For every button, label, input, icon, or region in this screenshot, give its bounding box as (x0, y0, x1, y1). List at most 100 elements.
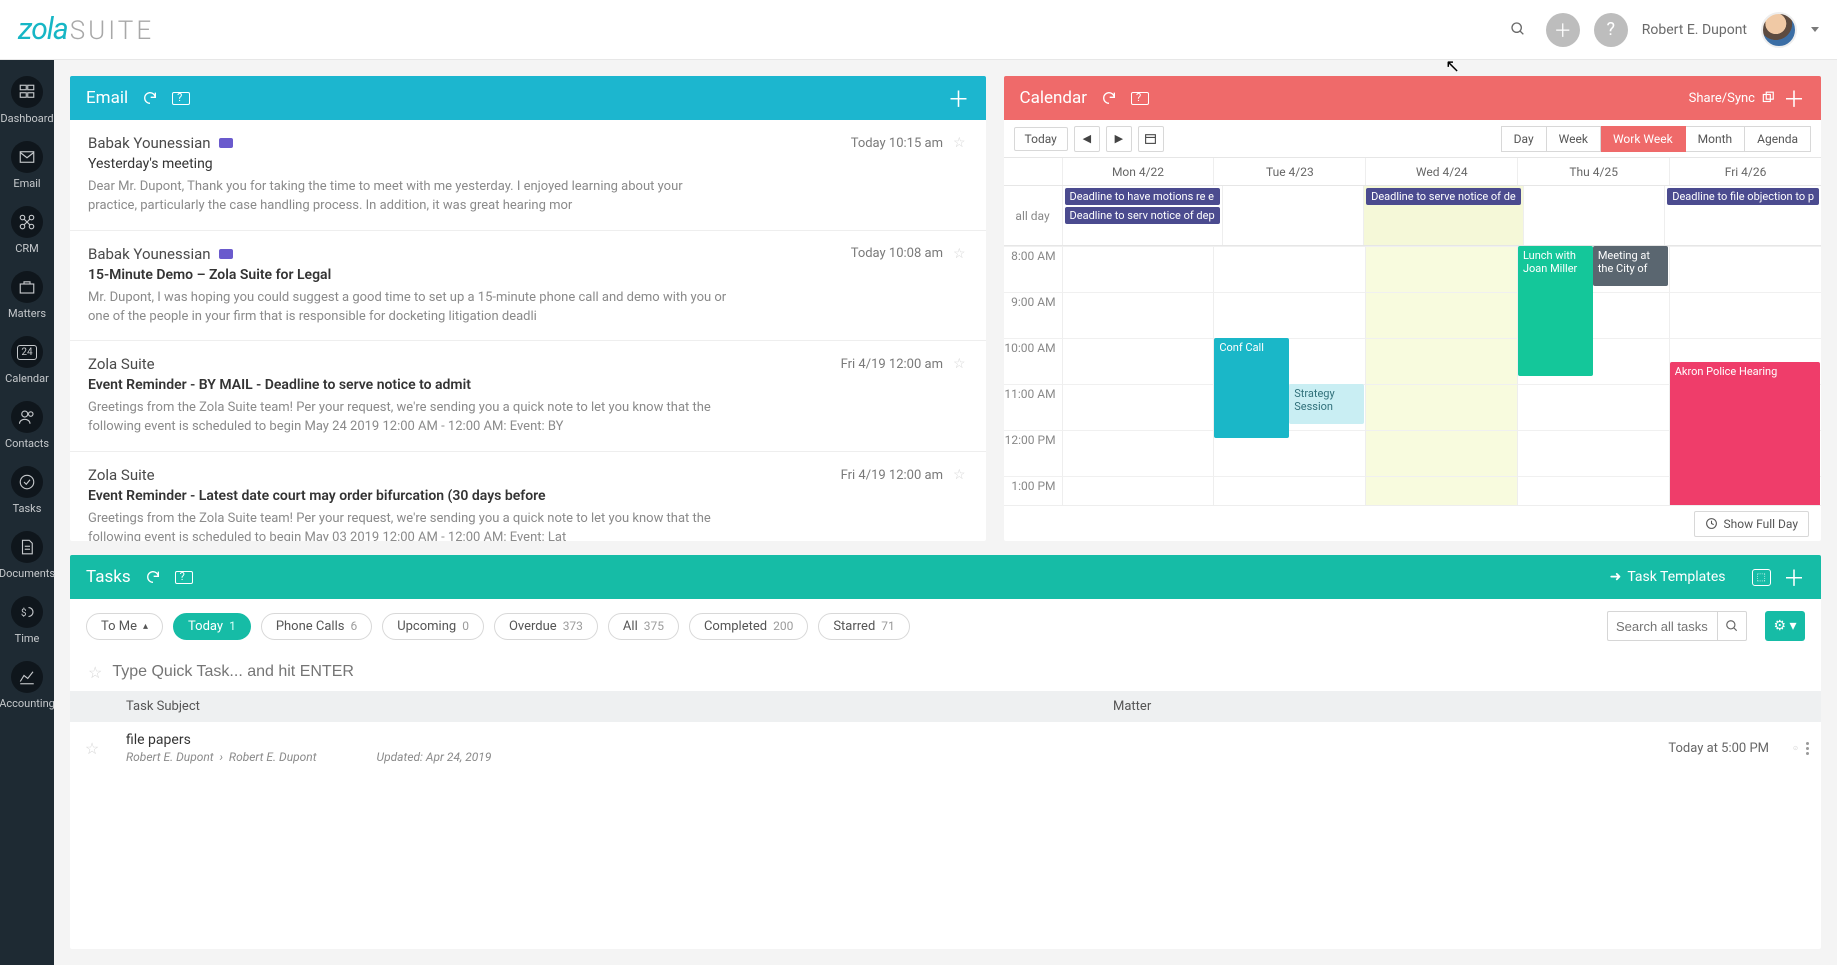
allday-cell-2[interactable]: Deadline to serve notice of de (1363, 186, 1523, 245)
email-item[interactable]: Zola Suite Fri 4/19 12:00 am ☆ Event Rem… (70, 341, 986, 452)
allday-cell-0[interactable]: Deadline to have motions re e Deadline to… (1062, 186, 1222, 245)
calendar-cell[interactable] (1062, 476, 1214, 505)
email-item[interactable]: Babak Younessian Today 10:08 am ☆ 15-Min… (70, 231, 986, 342)
email-star-icon[interactable]: ☆ (953, 135, 966, 151)
nav-tasks[interactable]: Tasks (0, 460, 54, 523)
task-star-icon[interactable]: ☆ (70, 739, 114, 758)
tasks-add-button[interactable]: ＋ (1783, 561, 1805, 593)
calendar-cell[interactable] (1062, 338, 1214, 384)
calendar-view-agenda[interactable]: Agenda (1745, 126, 1811, 152)
email-list[interactable]: Babak Younessian Today 10:15 am ☆ Yester… (70, 120, 986, 541)
nav-crm[interactable]: CRM (0, 200, 54, 263)
calendar-cell[interactable] (1062, 430, 1214, 476)
task-row-actions[interactable] (1781, 740, 1821, 756)
calendar-cell[interactable] (1365, 476, 1517, 505)
show-full-day-button[interactable]: Show Full Day (1694, 511, 1810, 537)
nav-time[interactable]: $ Time (0, 590, 54, 653)
filter-tome[interactable]: To Me ▴ (86, 613, 163, 640)
calendar-view-workweek[interactable]: Work Week (1601, 126, 1686, 152)
brand-logo[interactable]: zola SUITE (18, 12, 154, 47)
calendar-allday-event[interactable]: Deadline to serv notice of dep (1065, 207, 1220, 224)
filter-starred[interactable]: Starred 71 (818, 613, 909, 640)
calendar-today-button[interactable]: Today (1014, 127, 1068, 151)
nav-email[interactable]: Email (0, 135, 54, 198)
tasks-settings-button[interactable]: ⚙ ▾ (1765, 611, 1805, 641)
allday-cell-1[interactable] (1222, 186, 1363, 245)
filter-overdue[interactable]: Overdue 373 (494, 613, 598, 640)
task-row[interactable]: ☆ file papers Robert E. Dupont › Robert … (70, 722, 1821, 774)
calendar-cell[interactable] (1365, 292, 1517, 338)
calendar-popout-icon[interactable] (1131, 92, 1149, 105)
calendar-event[interactable]: Conf Call (1214, 338, 1289, 438)
filter-all[interactable]: All 375 (608, 613, 679, 640)
quick-task-star-icon[interactable]: ☆ (88, 663, 102, 682)
filter-upcoming[interactable]: Upcoming 0 (382, 613, 484, 640)
calendar-view-month[interactable]: Month (1686, 126, 1745, 152)
col-matter[interactable]: Matter (1101, 699, 1621, 714)
calendar-allday-event[interactable]: Deadline to serve notice of de (1366, 188, 1521, 205)
filter-completed[interactable]: Completed 200 (689, 613, 808, 640)
calendar-event[interactable]: Strategy Session (1289, 384, 1364, 424)
tasks-export-icon[interactable]: ⬚ (1752, 569, 1771, 586)
calendar-cell[interactable] (1213, 246, 1365, 292)
add-button[interactable]: ＋ (1546, 13, 1580, 47)
email-star-icon[interactable]: ☆ (953, 356, 966, 372)
calendar-refresh-icon[interactable] (1101, 90, 1117, 106)
calendar-cell[interactable] (1213, 476, 1365, 505)
nav-calendar[interactable]: 24 Calendar (0, 330, 54, 393)
nav-documents[interactable]: Documents (0, 525, 54, 588)
nav-contacts[interactable]: Contacts (0, 395, 54, 458)
tasks-popout-icon[interactable] (175, 571, 193, 584)
nav-accounting[interactable]: Accounting (0, 655, 54, 718)
calendar-share-button[interactable]: Share/Sync (1689, 91, 1775, 106)
col-subject[interactable]: Task Subject (114, 699, 1101, 714)
email-star-icon[interactable]: ☆ (953, 467, 966, 483)
email-refresh-icon[interactable] (142, 90, 158, 106)
calendar-prev-button[interactable]: ◀ (1074, 126, 1100, 152)
email-item[interactable]: Babak Younessian Today 10:15 am ☆ Yester… (70, 120, 986, 231)
allday-cell-3[interactable] (1523, 186, 1664, 245)
email-add-button[interactable]: ＋ (948, 82, 970, 114)
calendar-cell[interactable] (1669, 246, 1821, 292)
calendar-event[interactable]: Meeting at the City of (1593, 246, 1668, 286)
allday-cell-4[interactable]: Deadline to file objection to p (1664, 186, 1821, 245)
global-search-icon[interactable] (1504, 18, 1532, 42)
calendar-date-picker-icon[interactable] (1138, 126, 1164, 152)
calendar-view-week[interactable]: Week (1547, 126, 1601, 152)
user-avatar[interactable] (1761, 12, 1797, 48)
calendar-event[interactable]: Lunch with Joan Miller (1518, 246, 1593, 376)
nav-matters[interactable]: Matters (0, 265, 54, 328)
calendar-cell[interactable] (1062, 246, 1214, 292)
tasks-refresh-icon[interactable] (145, 569, 161, 585)
calendar-allday-event[interactable]: Deadline to file objection to p (1667, 188, 1819, 205)
calendar-cell[interactable] (1517, 476, 1669, 505)
calendar-view-day[interactable]: Day (1501, 126, 1547, 152)
filter-phone[interactable]: Phone Calls 6 (261, 613, 372, 640)
kebab-icon[interactable] (1806, 742, 1809, 755)
calendar-time-grid[interactable]: 8:00 AM9:00 AM10:00 AM11:00 AM12:00 PM1:… (1004, 246, 1821, 505)
task-search-button[interactable] (1717, 611, 1747, 641)
calendar-cell[interactable] (1517, 384, 1669, 430)
task-templates-button[interactable]: ➜ Task Templates (1610, 569, 1726, 585)
email-item[interactable]: Zola Suite Fri 4/19 12:00 am ☆ Event Rem… (70, 452, 986, 541)
calendar-event[interactable]: Akron Police Hearing (1670, 362, 1820, 505)
filter-today[interactable]: Today 1 (173, 613, 251, 640)
calendar-cell[interactable] (1365, 338, 1517, 384)
calendar-cell[interactable] (1062, 292, 1214, 338)
user-menu-caret-icon[interactable] (1811, 27, 1819, 32)
email-star-icon[interactable]: ☆ (953, 246, 966, 262)
help-button[interactable]: ? (1594, 13, 1628, 47)
task-search-input[interactable] (1607, 611, 1717, 641)
calendar-cell[interactable] (1062, 384, 1214, 430)
email-popout-icon[interactable] (172, 92, 190, 105)
calendar-cell[interactable] (1669, 292, 1821, 338)
quick-task-input[interactable] (112, 663, 1803, 681)
calendar-add-button[interactable]: ＋ (1783, 82, 1805, 114)
calendar-cell[interactable] (1517, 430, 1669, 476)
nav-dashboard[interactable]: Dashboard (0, 70, 54, 133)
calendar-cell[interactable] (1365, 246, 1517, 292)
calendar-cell[interactable] (1213, 292, 1365, 338)
calendar-next-button[interactable]: ▶ (1106, 126, 1132, 152)
calendar-cell[interactable] (1365, 384, 1517, 430)
calendar-allday-event[interactable]: Deadline to have motions re e (1065, 188, 1220, 205)
